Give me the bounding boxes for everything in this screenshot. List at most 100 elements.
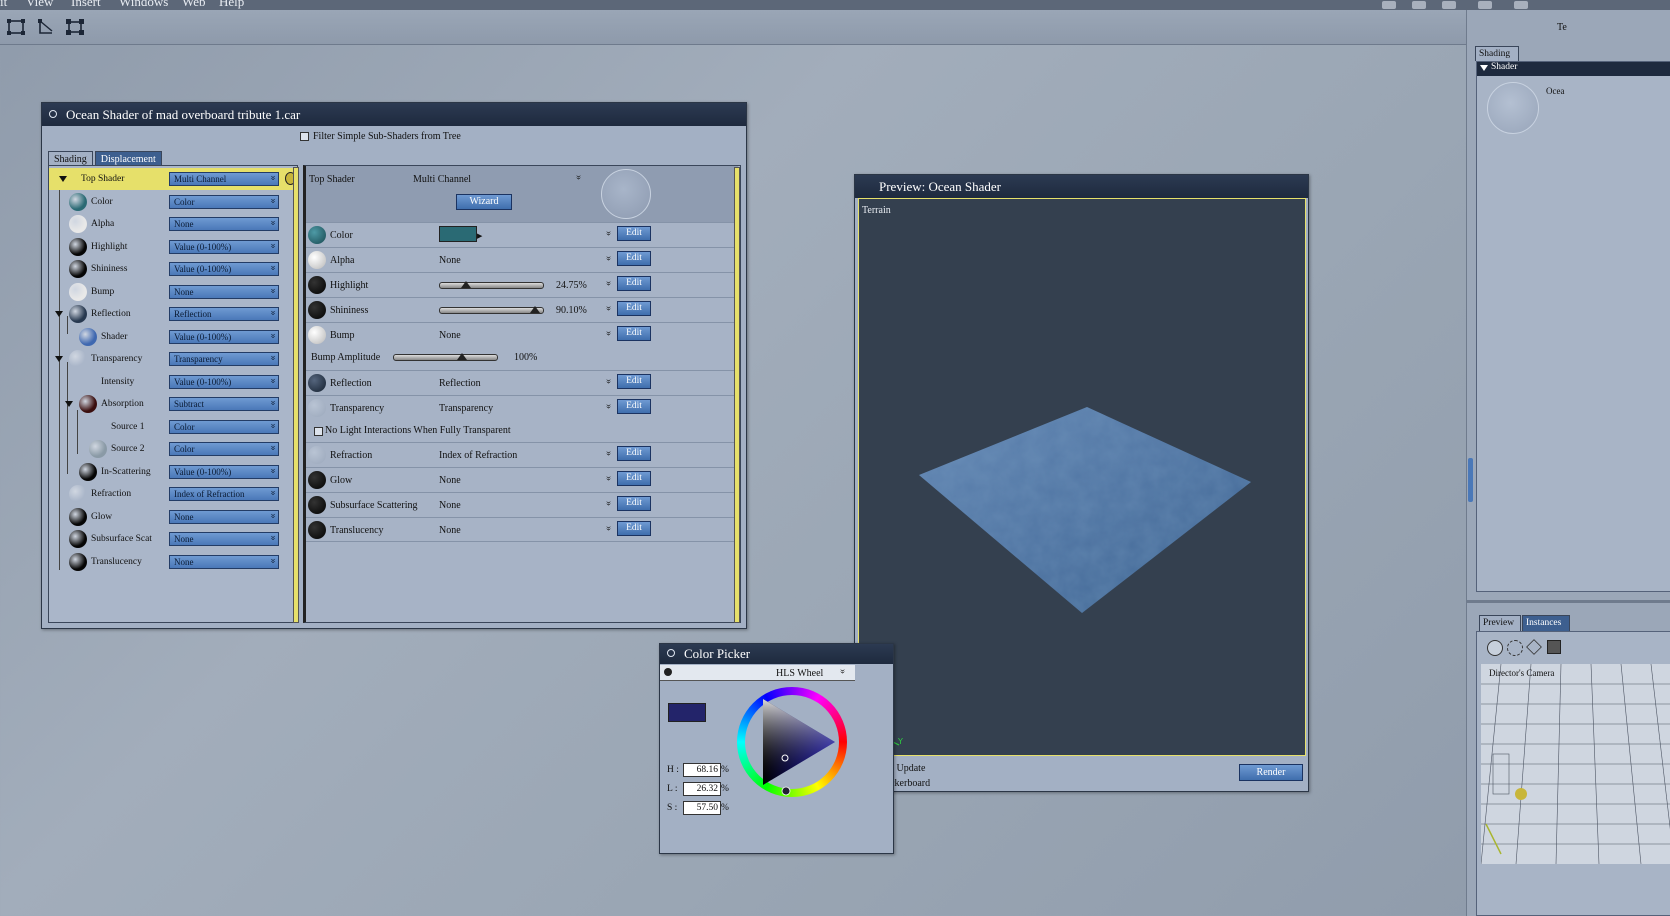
tree-item[interactable]: Highlight Value (0-100%)	[49, 236, 295, 258]
scale-tool-icon[interactable]	[64, 17, 86, 37]
select-tool-icon[interactable]	[5, 17, 27, 37]
menu-help[interactable]: Help	[219, 0, 244, 10]
toolbar-icon-2[interactable]	[1412, 1, 1426, 9]
tree-item[interactable]: Glow None	[49, 506, 295, 528]
edit-transparency-button[interactable]: Edit	[617, 399, 651, 414]
shader-type-dropdown[interactable]: Reflection	[169, 307, 279, 321]
shader-type-dropdown[interactable]: Multi Channel	[169, 172, 279, 186]
top-shader-value[interactable]: Multi Channel	[413, 174, 471, 185]
shininess-slider[interactable]	[439, 306, 544, 314]
tree-item[interactable]: Source 1 Color	[49, 416, 295, 438]
shader-window-title-bar[interactable]: Ocean Shader of mad overboard tribute 1.…	[42, 103, 746, 126]
chevron-down-icon[interactable]: »	[603, 379, 614, 384]
highlight-slider[interactable]	[439, 281, 544, 289]
edit-color-button[interactable]: Edit	[617, 226, 651, 241]
tree-item[interactable]: Transparency Transparency	[49, 348, 295, 370]
chevron-down-icon[interactable]: »	[603, 231, 614, 236]
slider-thumb[interactable]	[460, 281, 471, 288]
shader-type-dropdown[interactable]: Value (0-100%)	[169, 329, 279, 344]
rotate-tool-icon[interactable]	[36, 17, 58, 37]
tree-item[interactable]: Top Shader Multi Channel	[49, 168, 296, 190]
scene-wireframe-view[interactable]: Director's Camera	[1481, 664, 1670, 864]
shader-type-dropdown[interactable]: Transparency	[169, 352, 279, 366]
bump-amplitude-slider[interactable]	[393, 353, 498, 361]
slider-thumb[interactable]	[529, 306, 540, 313]
dock-tab-instances[interactable]: Instances	[1522, 615, 1570, 631]
tree-item[interactable]: Translucency None	[49, 551, 295, 573]
dock-splitter-handle[interactable]	[1468, 458, 1473, 502]
tree-item[interactable]: Color Color	[49, 191, 295, 213]
tree-item[interactable]: Shininess Value (0-100%)	[49, 258, 295, 280]
edit-reflection-button[interactable]: Edit	[617, 374, 651, 389]
color-swatch[interactable]	[439, 226, 477, 242]
saturation-input[interactable]: 57.50	[683, 801, 721, 815]
chevron-down-icon[interactable]: »	[603, 256, 614, 261]
chevron-down-icon[interactable]: »	[603, 476, 614, 481]
chevron-down-icon[interactable]: »	[603, 404, 614, 409]
expand-triangle-icon[interactable]	[65, 401, 73, 407]
filter-checkbox-row[interactable]: Filter Simple Sub-Shaders from Tree	[300, 131, 461, 142]
shader-type-dropdown[interactable]: Value (0-100%)	[169, 374, 279, 389]
shader-type-dropdown[interactable]: Subtract	[169, 397, 279, 411]
toolbar-icon-1[interactable]	[1382, 1, 1396, 9]
edit-translucency-button[interactable]: Edit	[617, 521, 651, 536]
shader-type-dropdown[interactable]: None	[169, 284, 279, 299]
tree-scrollbar[interactable]	[293, 167, 299, 623]
wizard-button[interactable]: Wizard	[456, 194, 512, 210]
chevron-down-icon[interactable]: »	[603, 451, 614, 456]
tree-item[interactable]: Reflection Reflection	[49, 303, 295, 325]
chevron-down-icon[interactable]: »	[603, 281, 614, 286]
chevron-down-icon[interactable]: »	[603, 526, 614, 531]
tree-item[interactable]: Subsurface Scat None	[49, 528, 295, 550]
dock-shader-header[interactable]: Shader	[1477, 62, 1670, 76]
shader-type-dropdown[interactable]: None	[169, 509, 279, 524]
filter-checkbox[interactable]	[300, 132, 309, 141]
edit-alpha-button[interactable]: Edit	[617, 251, 651, 266]
tree-item[interactable]: Bump None	[49, 281, 295, 303]
orbit-icon[interactable]	[1507, 640, 1523, 656]
chevron-down-icon[interactable]: »	[603, 306, 614, 311]
close-icon[interactable]	[49, 110, 57, 118]
no-light-checkbox[interactable]	[314, 427, 323, 436]
navigate-icon[interactable]	[1487, 640, 1503, 656]
shader-type-dropdown[interactable]: None	[169, 554, 279, 569]
edit-glow-button[interactable]: Edit	[617, 471, 651, 486]
shader-type-dropdown[interactable]: Value (0-100%)	[169, 262, 279, 276]
tree-item[interactable]: Shader Value (0-100%)	[49, 326, 295, 348]
shader-type-dropdown[interactable]: Color	[169, 194, 279, 209]
tree-item[interactable]: Alpha None	[49, 213, 295, 235]
shader-type-dropdown[interactable]: Color	[169, 442, 279, 456]
shader-type-dropdown[interactable]: Value (0-100%)	[169, 464, 279, 479]
expand-triangle-icon[interactable]	[59, 176, 67, 182]
expand-triangle-icon[interactable]	[55, 311, 63, 317]
menu-insert[interactable]: Insert	[71, 0, 101, 10]
edit-highlight-button[interactable]: Edit	[617, 276, 651, 291]
dock-tab-preview[interactable]: Preview	[1479, 615, 1521, 631]
lightness-input[interactable]: 26.32	[683, 782, 721, 796]
tree-item[interactable]: Refraction Index of Refraction	[49, 483, 295, 505]
hls-color-wheel[interactable]	[735, 685, 849, 799]
toolbar-icon-3[interactable]	[1442, 1, 1456, 9]
expand-triangle-icon[interactable]	[55, 356, 63, 362]
properties-scrollbar[interactable]	[734, 167, 740, 623]
tree-item[interactable]: Intensity Value (0-100%)	[49, 371, 295, 393]
close-icon[interactable]	[667, 649, 675, 657]
solid-cube-icon[interactable]	[1547, 640, 1561, 654]
hue-input[interactable]: 68.16	[683, 763, 721, 777]
tree-item[interactable]: In-Scattering Value (0-100%)	[49, 461, 295, 483]
dock-tab-shading[interactable]: Shading	[1475, 46, 1519, 61]
toolbar-icon-4[interactable]	[1478, 1, 1492, 9]
edit-subsurface-button[interactable]: Edit	[617, 496, 651, 511]
shader-type-dropdown[interactable]: Value (0-100%)	[169, 239, 279, 254]
edit-refraction-button[interactable]: Edit	[617, 446, 651, 461]
cube-icon[interactable]	[1526, 639, 1542, 655]
color-picker-title-bar[interactable]: Color Picker	[660, 644, 893, 664]
preview-viewport[interactable]: Terrain Z Y	[858, 198, 1306, 756]
collapse-icon[interactable]	[1480, 65, 1488, 71]
chevron-down-icon[interactable]: »	[603, 331, 614, 336]
tree-item[interactable]: Source 2 Color	[49, 438, 295, 460]
menu-web[interactable]: Web	[182, 0, 206, 10]
shader-type-dropdown[interactable]: Color	[169, 419, 279, 434]
picker-mode[interactable]: HLS Wheel	[776, 668, 823, 679]
edit-bump-button[interactable]: Edit	[617, 326, 651, 341]
